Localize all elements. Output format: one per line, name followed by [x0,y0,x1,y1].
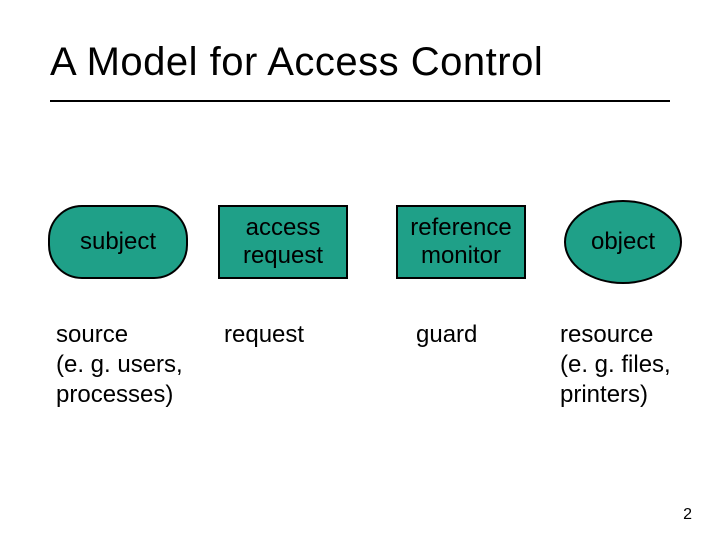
title-underline [50,100,670,102]
shape-object: object [564,200,682,284]
annotation-reference-monitor: guard [416,320,536,350]
shape-access-request: access request [218,205,348,279]
page-number: 2 [683,506,692,524]
shape-reference-monitor-label: reference monitor [410,214,511,269]
annotation-access-request: request [224,320,354,350]
shape-access-request-label: access request [243,214,323,269]
shape-subject-label: subject [80,228,156,256]
slide: A Model for Access Control subject acces… [0,0,720,540]
annotation-object: resource (e. g. files, printers) [560,320,710,410]
annotation-subject: source (e. g. users, processes) [56,320,216,410]
page-title: A Model for Access Control [50,40,543,85]
shape-object-label: object [591,228,655,256]
shape-subject: subject [48,205,188,279]
shape-reference-monitor: reference monitor [396,205,526,279]
